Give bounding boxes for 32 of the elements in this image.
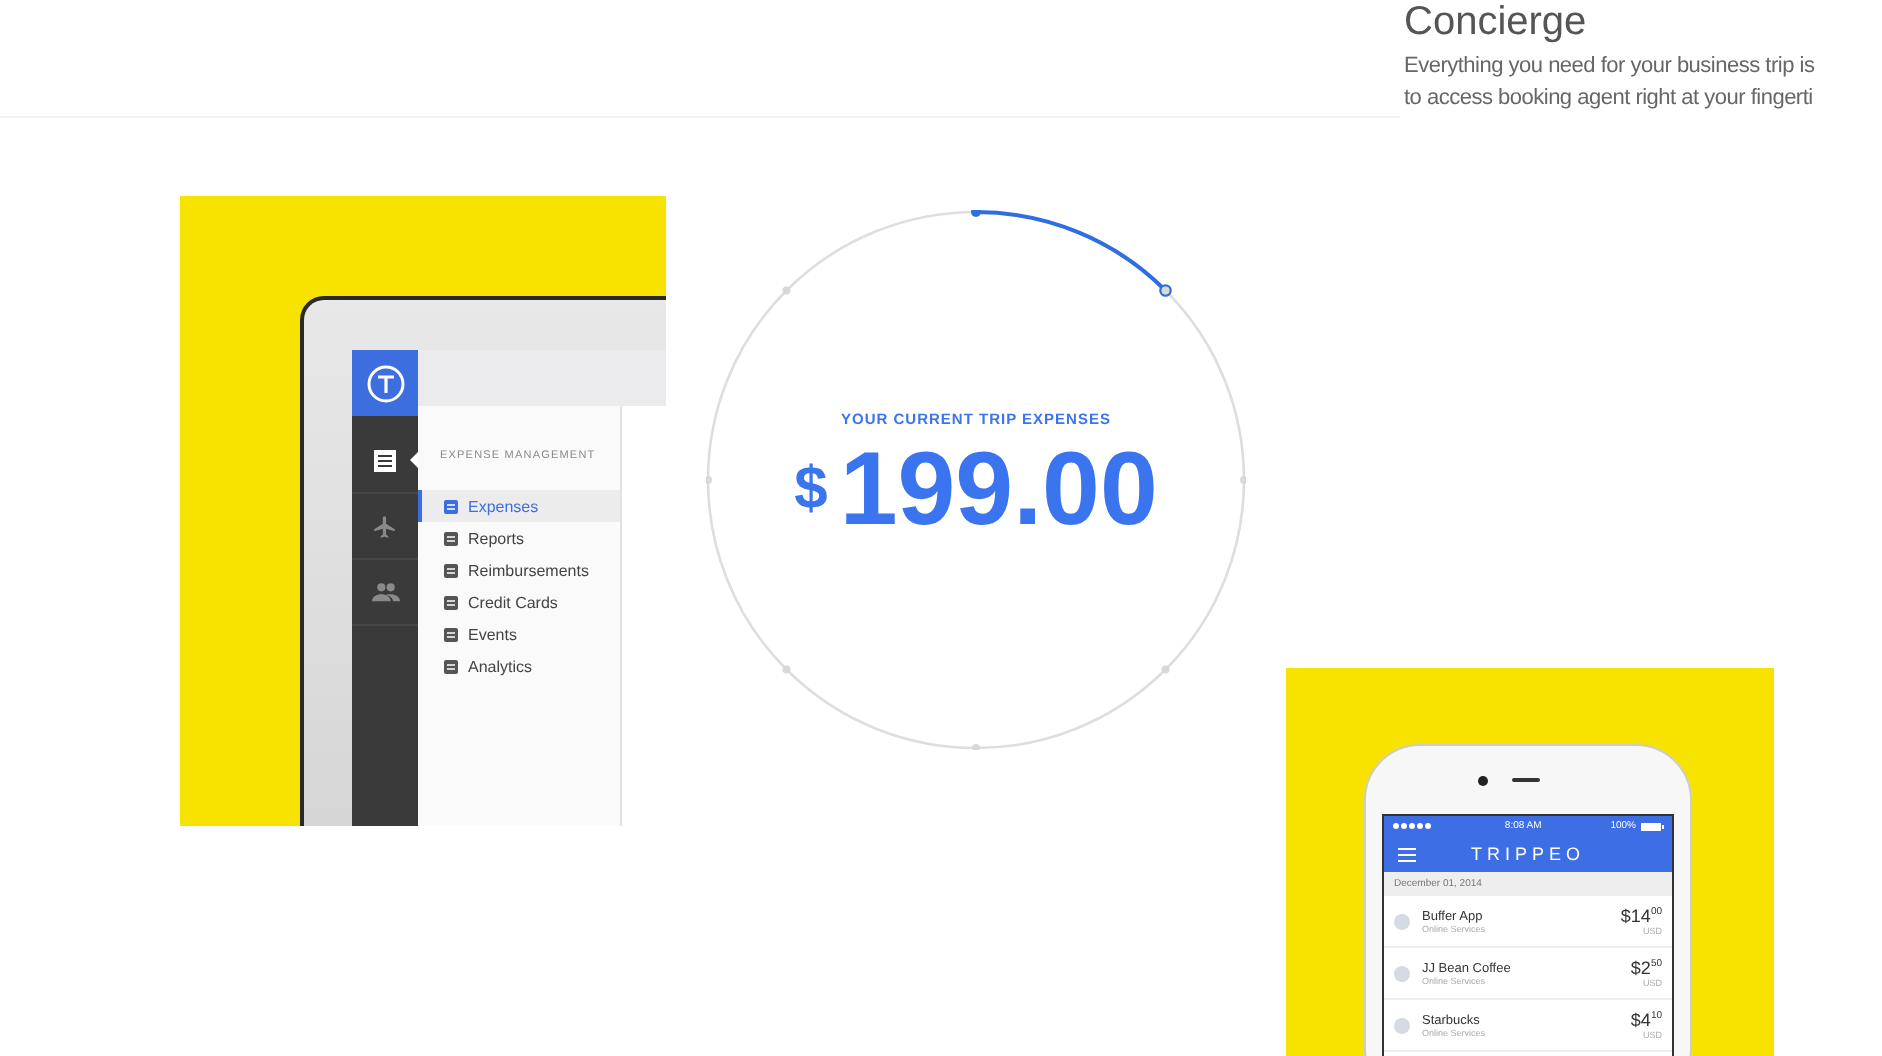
expense-total: 199.00 bbox=[839, 432, 1158, 548]
coin-icon bbox=[1394, 965, 1410, 981]
menu-item-icon bbox=[444, 627, 458, 641]
menu-item-icon bbox=[444, 563, 458, 577]
camera-dot bbox=[1477, 775, 1487, 785]
logo-icon bbox=[365, 363, 405, 403]
expense-amount: $4$^{10}$ bbox=[1630, 1010, 1662, 1030]
menu-item-icon bbox=[444, 531, 458, 545]
menu-icon[interactable] bbox=[1398, 847, 1416, 861]
airplane-icon bbox=[372, 513, 398, 539]
signal-icon bbox=[1392, 822, 1436, 830]
menu-item-icon bbox=[444, 659, 458, 673]
expense-amount: $14$^{00}$ bbox=[1620, 906, 1662, 926]
app-title: TRIPPEO bbox=[1468, 844, 1587, 864]
menu-item[interactable]: Credit Cards bbox=[418, 586, 620, 618]
currency-sign: $ bbox=[794, 456, 828, 524]
expense-amount: $2$^{50}$ bbox=[1630, 958, 1662, 978]
section-text: to access booking agent right at your fingerti bbox=[1404, 84, 1815, 114]
coin-icon bbox=[1394, 913, 1410, 929]
menu-item-icon bbox=[444, 499, 458, 513]
menu-item[interactable]: Events bbox=[418, 618, 620, 650]
coin-icon bbox=[1394, 1017, 1410, 1033]
menu-item[interactable]: Reimbursements bbox=[418, 554, 620, 586]
menu-item[interactable]: Reports bbox=[418, 522, 620, 554]
people-icon bbox=[371, 582, 399, 602]
menu-item-icon bbox=[444, 595, 458, 609]
menu-item[interactable]: Expenses bbox=[418, 490, 620, 522]
battery-icon bbox=[1640, 821, 1664, 831]
menu-item[interactable]: Analytics bbox=[418, 650, 620, 682]
section-heading: Concierge bbox=[1404, 0, 1589, 44]
list-icon bbox=[374, 449, 396, 471]
section-text: Everything you need for your business trip is bbox=[1404, 52, 1815, 82]
